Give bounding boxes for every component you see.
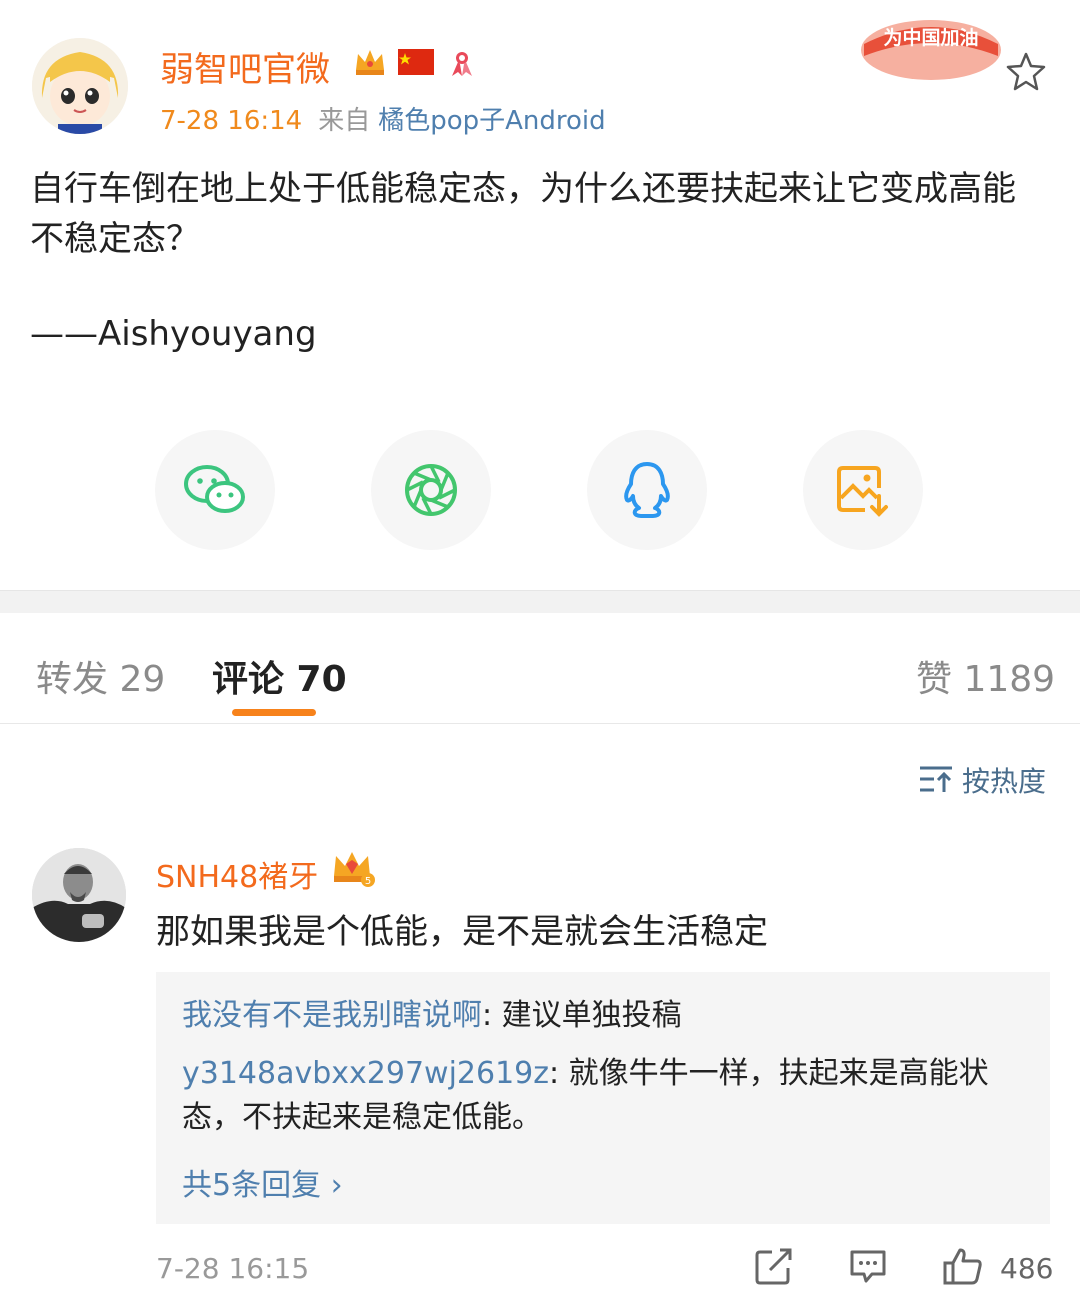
promo-banner[interactable]: 为中国加油 [856, 10, 1006, 84]
tab-divider [0, 723, 1080, 724]
source-link[interactable]: 橘色pop子Android [378, 106, 605, 136]
post-signature: ——Aishyouyang [30, 314, 317, 354]
post-text: 自行车倒在地上处于低能稳定态，为什么还要扶起来让它变成高能不稳定态？ [30, 169, 1016, 259]
share-wechat-button[interactable] [155, 430, 275, 550]
reply-comment-icon[interactable] [848, 1246, 888, 1286]
qq-icon [624, 462, 670, 518]
author-avatar[interactable] [32, 38, 128, 134]
comment-text: 那如果我是个低能，是不是就会生活稳定 [156, 912, 768, 952]
reply-user[interactable]: y3148avbxx297wj2619z [182, 1056, 549, 1091]
post-meta: 7-28 16:14 来自 橘色pop子Android [160, 100, 606, 137]
reply-item[interactable]: y3148avbxx297wj2619z: 就像牛牛一样，扶起来是高能状态，不扶… [182, 1052, 1022, 1140]
comment-like-count: 486 [1000, 1252, 1054, 1285]
more-replies-link[interactable]: 共5条回复 › [182, 1160, 343, 1204]
repost-comment-icon[interactable] [754, 1246, 794, 1286]
share-qq-button[interactable] [587, 430, 707, 550]
ribbon-badge-icon [444, 44, 480, 84]
source-prefix: 来自 [318, 106, 371, 136]
sort-label: 按热度 [962, 765, 1047, 798]
sort-button[interactable]: 按热度 [918, 760, 1046, 800]
moments-icon [405, 464, 457, 516]
reply-item[interactable]: 我没有不是我别瞎说啊: 建议单独投稿 [182, 994, 1022, 1038]
share-moments-button[interactable] [371, 430, 491, 550]
tab-comments[interactable]: 评论 70 [212, 650, 347, 702]
save-image-button[interactable] [803, 430, 923, 550]
post-time: 7-28 16:14 [160, 106, 303, 136]
china-flag-icon [398, 49, 434, 79]
wechat-icon [184, 465, 245, 513]
crown-badge-icon [352, 44, 388, 84]
tab-active-indicator [232, 709, 316, 716]
like-thumb-icon[interactable] [942, 1246, 982, 1286]
promo-text: 为中国加油 [883, 26, 978, 49]
tab-likes[interactable]: 赞 1189 [916, 650, 1055, 702]
reply-user[interactable]: 我没有不是我别瞎说啊 [182, 998, 482, 1033]
favorite-star-icon[interactable] [1004, 50, 1048, 94]
author-name[interactable]: 弱智吧官微 [160, 42, 330, 91]
save-image-icon [837, 466, 888, 517]
tab-repost[interactable]: 转发 29 [36, 650, 165, 702]
reply-box[interactable]: 我没有不是我别瞎说啊: 建议单独投稿 y3148avbxx297wj2619z:… [156, 972, 1050, 1224]
author-badges [352, 44, 480, 84]
svg-text:5: 5 [365, 876, 371, 887]
commenter-avatar[interactable] [32, 848, 126, 942]
comment-time: 7-28 16:15 [156, 1252, 310, 1285]
sort-icon [920, 766, 952, 792]
vip-crown-icon: 5 [330, 846, 376, 894]
reply-text: : 建议单独投稿 [482, 998, 682, 1033]
section-separator [0, 590, 1080, 613]
commenter-name[interactable]: SNH48褚牙 [156, 852, 318, 896]
